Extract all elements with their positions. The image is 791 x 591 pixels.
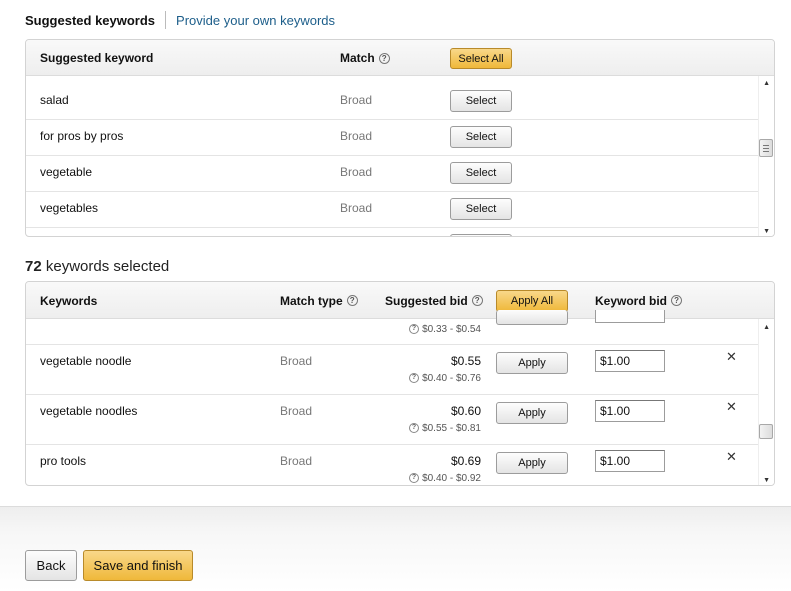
scroll-down-arrow-icon[interactable]: ▼: [763, 477, 770, 484]
match-cell: Broad: [340, 93, 373, 107]
select-keyword-button[interactable]: Select: [450, 198, 512, 220]
col-suggested-keyword-label: Suggested keyword: [40, 51, 154, 65]
selected-scrollbar[interactable]: ▲ ▼: [758, 319, 774, 485]
keywords-selected-count: 72 keywords selected: [25, 258, 169, 275]
suggested-table-header: Suggested keyword Match ? Select All: [26, 40, 774, 76]
bid-range: ? $0.40 - $0.92: [381, 473, 481, 484]
row-divider: [26, 119, 758, 120]
apply-button[interactable]: Apply: [496, 452, 568, 474]
selected-count-number: 72: [25, 258, 42, 275]
row-divider: [26, 227, 758, 228]
col-suggested-bid: Suggested bid ?: [385, 282, 483, 319]
bid-range-text: $0.40 - $0.76: [422, 373, 481, 384]
help-icon: ?: [409, 423, 420, 434]
suggested-keyword-cell: vegetable: [40, 165, 93, 179]
col-match-type: Match type ?: [280, 282, 358, 319]
col-match-label: Match: [340, 51, 375, 65]
bid-range-text: $0.55 - $0.81: [422, 423, 481, 434]
match-type-cell: Broad: [280, 404, 313, 418]
keyword-bid-input[interactable]: [595, 350, 665, 372]
suggested-bid-value: $0.60: [450, 404, 481, 418]
row-divider: [26, 344, 758, 345]
scroll-thumb[interactable]: [759, 139, 773, 157]
select-keyword-button[interactable]: Select: [450, 126, 512, 148]
bid-range: ? $0.33 - $0.54: [381, 324, 481, 335]
remove-keyword-icon[interactable]: ✕: [726, 449, 737, 465]
suggested-keywords-panel: Suggested keyword Match ? Select All sal…: [25, 39, 775, 237]
col-keywords-label: Keywords: [40, 293, 98, 308]
suggested-keyword-cell: for pros by pros: [40, 129, 124, 143]
bid-range-text: $0.33 - $0.54: [422, 324, 481, 335]
keyword-cell: vegetable noodle: [40, 354, 132, 368]
save-and-finish-button[interactable]: Save and finish: [83, 550, 193, 581]
help-icon[interactable]: ?: [671, 295, 683, 306]
selected-count-text: keywords selected: [45, 258, 170, 275]
help-icon: ?: [409, 324, 420, 335]
col-match: Match ?: [340, 40, 390, 76]
col-keywords: Keywords: [40, 282, 97, 319]
bid-range: ? $0.40 - $0.76: [381, 373, 481, 384]
keyword-bid-input[interactable]: [595, 400, 665, 422]
match-type-cell: Broad: [280, 454, 313, 468]
row-divider: [26, 444, 758, 445]
remove-keyword-icon[interactable]: ✕: [726, 349, 737, 365]
keyword-source-tabs: Suggested keywords Provide your own keyw…: [25, 10, 335, 30]
col-suggested-keyword: Suggested keyword: [40, 40, 153, 76]
footer-bar: Back Save and finish: [0, 506, 791, 591]
keyword-cell: vegetable noodles: [40, 404, 138, 418]
back-button[interactable]: Back: [25, 550, 77, 581]
col-keyword-bid-label: Keyword bid: [595, 293, 668, 308]
match-type-cell: Broad: [280, 354, 313, 368]
help-icon[interactable]: ?: [471, 295, 483, 306]
keyword-bid-input-partial[interactable]: [595, 310, 665, 323]
help-icon[interactable]: ?: [346, 295, 358, 306]
scroll-thumb[interactable]: [759, 424, 773, 439]
help-icon: ?: [409, 373, 420, 384]
apply-button-partial[interactable]: [496, 310, 568, 325]
suggested-scrollbar[interactable]: ▲ ▼: [758, 76, 774, 236]
col-match-type-label: Match type: [280, 293, 343, 308]
scroll-up-arrow-icon[interactable]: ▲: [763, 80, 770, 87]
select-keyword-button[interactable]: Select: [450, 162, 512, 184]
col-suggested-bid-label: Suggested bid: [385, 293, 468, 308]
row-divider: [26, 155, 758, 156]
select-all-button[interactable]: Select All: [450, 48, 512, 69]
selected-keywords-panel: Keywords Match type ? Suggested bid ? Ap…: [25, 281, 775, 486]
suggested-keyword-cell: salad: [40, 93, 69, 107]
help-icon[interactable]: ?: [378, 52, 390, 64]
suggested-bid-value: $0.55: [450, 354, 481, 368]
suggested-keyword-cell: vegetables: [40, 201, 99, 215]
tab-suggested-keywords[interactable]: Suggested keywords: [25, 13, 165, 28]
apply-button[interactable]: Apply: [496, 352, 568, 374]
help-icon: ?: [409, 473, 420, 484]
suggested-bid-value: $0.69: [450, 454, 481, 468]
keyword-cell: pro tools: [40, 454, 87, 468]
match-cell: Broad: [340, 165, 373, 179]
bid-range: ? $0.55 - $0.81: [381, 423, 481, 434]
apply-button[interactable]: Apply: [496, 402, 568, 424]
select-keyword-button[interactable]: Select: [450, 90, 512, 112]
match-cell: Broad: [340, 201, 373, 215]
keyword-bid-input[interactable]: [595, 450, 665, 472]
row-divider: [26, 394, 758, 395]
remove-keyword-icon[interactable]: ✕: [726, 399, 737, 415]
select-keyword-button-partial[interactable]: [450, 234, 512, 236]
scroll-down-arrow-icon[interactable]: ▼: [763, 228, 770, 235]
bid-range-text: $0.40 - $0.92: [422, 473, 481, 484]
apply-all-button[interactable]: Apply All: [496, 290, 568, 312]
scroll-up-arrow-icon[interactable]: ▲: [763, 324, 770, 331]
match-cell: Broad: [340, 129, 373, 143]
tab-provide-own-keywords[interactable]: Provide your own keywords: [166, 13, 335, 28]
row-divider: [26, 191, 758, 192]
